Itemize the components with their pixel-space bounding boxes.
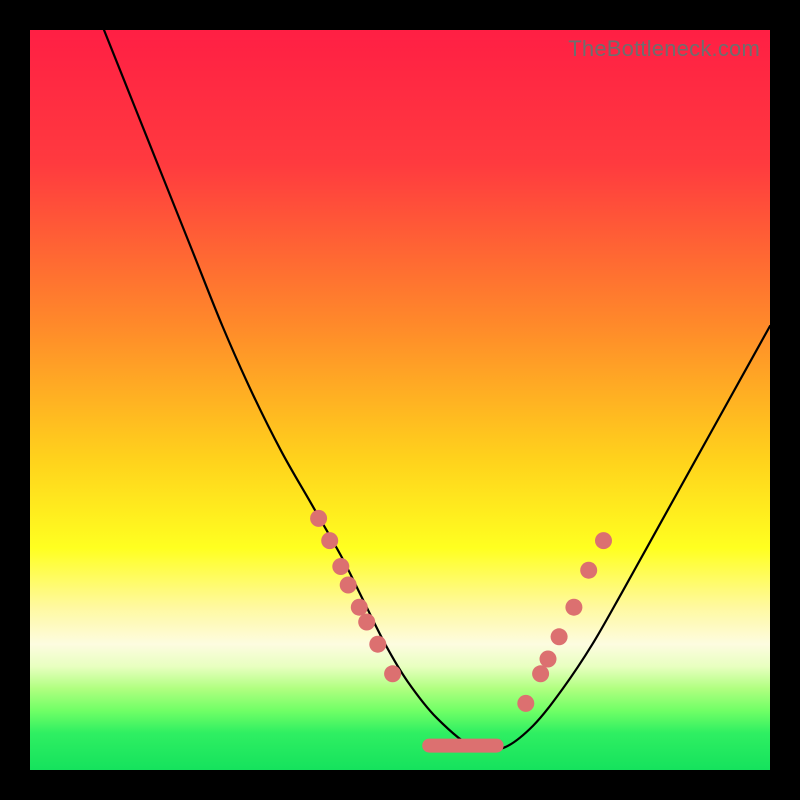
highlight-dot [321, 532, 338, 549]
watermark-text: TheBottleneck.com [568, 36, 760, 62]
highlight-dot [384, 665, 401, 682]
highlight-dot [532, 665, 549, 682]
highlight-dot [565, 599, 582, 616]
highlight-dot [340, 577, 357, 594]
highlight-dot [310, 510, 327, 527]
chart-frame: TheBottleneck.com [30, 30, 770, 770]
highlight-dot [358, 614, 375, 631]
highlight-dot [595, 532, 612, 549]
chart-svg [30, 30, 770, 770]
flat-segment-marker [422, 739, 503, 753]
highlight-dot [551, 628, 568, 645]
highlight-dot [369, 636, 386, 653]
highlight-dot [332, 558, 349, 575]
highlight-dot [540, 651, 557, 668]
gradient-bg [30, 30, 770, 770]
highlight-dot [517, 695, 534, 712]
highlight-dot [351, 599, 368, 616]
highlight-dot [580, 562, 597, 579]
